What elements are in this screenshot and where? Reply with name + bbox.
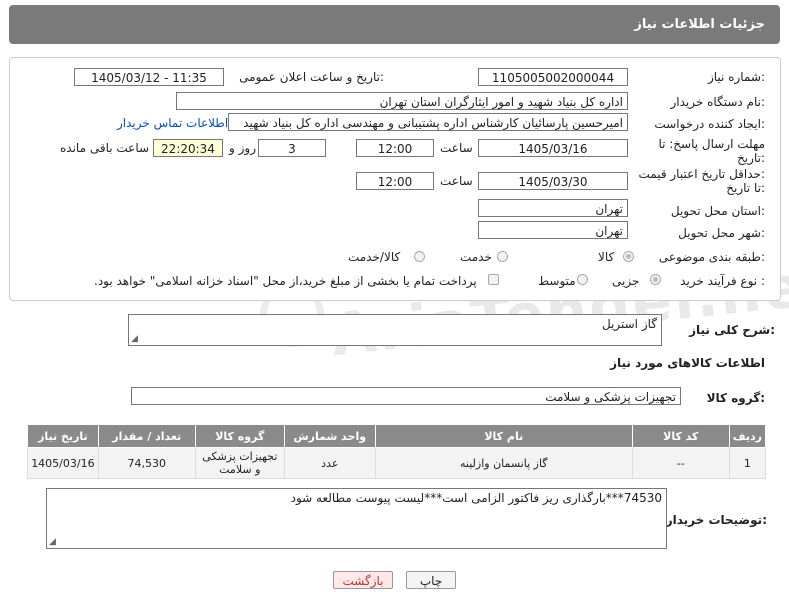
goods-table: ردیف کد کالا نام کالا واحد شمارش گروه کا… xyxy=(27,424,767,479)
announce-label: تاریخ و ساعت اعلان عمومی: xyxy=(239,70,384,84)
goods-group-field: تجهیزات پزشکی و سلامت xyxy=(131,387,681,405)
col-name: نام کالا xyxy=(374,424,633,448)
city-field: تهران xyxy=(478,221,628,239)
announce-field: 1405/03/12 - 11:35 xyxy=(74,68,224,86)
resize-handle-icon[interactable]: ◢ xyxy=(49,538,56,547)
page-header: جزئیات اطلاعات نیاز xyxy=(9,5,780,44)
category-option-both: کالا/خدمت xyxy=(348,250,401,264)
purchase-option-medium: متوسط xyxy=(538,274,576,288)
cell-date: 1405/03/16 xyxy=(27,447,99,479)
need-number-label: شماره نیاز: xyxy=(707,70,765,84)
goods-table-header: ردیف کد کالا نام کالا واحد شمارش گروه کا… xyxy=(27,424,767,448)
buyer-notes-label: توضیحات خریدار: xyxy=(665,513,767,527)
col-qty: تعداد / مقدار xyxy=(97,424,196,448)
summary-label: شرح کلی نیاز: xyxy=(689,323,775,337)
category-radio-both[interactable] xyxy=(414,251,425,262)
category-label: طبقه بندی موضوعی: xyxy=(658,250,765,264)
goods-group-label: گروه کالا: xyxy=(706,391,765,405)
treasury-checkbox[interactable] xyxy=(488,274,499,285)
back-button[interactable]: بازگشت xyxy=(333,571,393,589)
category-option-service: خدمت xyxy=(460,250,492,264)
reply-time-label: ساعت xyxy=(440,141,473,155)
purchase-radio-minor[interactable] xyxy=(650,274,661,285)
validity-time-field: 12:00 xyxy=(356,172,434,190)
city-label: شهر محل تحویل: xyxy=(678,226,765,240)
buyer-label: نام دستگاه خریدار: xyxy=(670,95,766,109)
remaining-label: ساعت باقی مانده xyxy=(60,141,150,155)
col-code: کد کالا xyxy=(631,424,730,448)
reply-deadline-label-2: تاریخ: xyxy=(737,151,765,165)
resize-handle-icon[interactable]: ◢ xyxy=(131,335,138,344)
reply-time-field: 12:00 xyxy=(356,139,434,157)
cell-name: گاز پانسمان وازلینه xyxy=(374,447,633,479)
cell-code: -- xyxy=(631,447,730,479)
purchase-option-minor: جزیی xyxy=(612,274,640,288)
purchase-radio-medium[interactable] xyxy=(577,274,588,285)
category-radio-goods[interactable] xyxy=(623,251,634,262)
category-radio-service[interactable] xyxy=(497,251,508,262)
buyer-notes-text: 74530***بارگذاری ریز فاکتور الزامی است**… xyxy=(290,491,662,505)
treasury-note: پرداخت تمام یا بخشی از مبلغ خرید،از محل … xyxy=(94,274,477,288)
table-row: 1 -- گاز پانسمان وازلینه عدد تجهیزات پزش… xyxy=(27,447,767,479)
summary-text: گاز استریل xyxy=(601,317,657,331)
col-unit: واحد شمارش xyxy=(283,424,376,448)
reply-days-field: 3 xyxy=(258,139,326,157)
validity-date-field: 1405/03/30 xyxy=(478,172,628,190)
validity-label-2: تا تاریخ: xyxy=(726,181,765,195)
col-date: تاریخ نیاز xyxy=(27,424,99,448)
validity-label: حداقل تاریخ اعتبار قیمت: xyxy=(638,167,765,181)
summary-field: گاز استریل ◢ xyxy=(128,314,662,346)
cell-group: تجهیزات پزشکی و سلامت xyxy=(194,447,285,479)
province-label: استان محل تحویل: xyxy=(670,204,765,218)
goods-section-title: اطلاعات کالاهای مورد نیاز xyxy=(610,356,765,370)
purchase-type-label: نوع فرآیند خرید : xyxy=(680,274,765,288)
page-title: جزئیات اطلاعات نیاز xyxy=(634,17,765,32)
reply-date-field: 1405/03/16 xyxy=(478,139,628,157)
category-option-goods: کالا xyxy=(598,250,615,264)
need-number-field: 1105005002000044 xyxy=(478,68,628,86)
cell-row: 1 xyxy=(728,447,767,479)
creator-label: ایجاد کننده درخواست: xyxy=(654,117,765,131)
buyer-contact-link[interactable]: اطلاعات تماس خریدار xyxy=(117,116,228,130)
days-label: روز و xyxy=(229,141,256,155)
cell-unit: عدد xyxy=(283,447,376,479)
col-group: گروه کالا xyxy=(194,424,285,448)
creator-field: امیرحسین پارسائیان کارشناس اداره پشتیبان… xyxy=(228,113,628,131)
remaining-time-field: 22:20:34 xyxy=(153,139,223,157)
cell-qty: 74,530 xyxy=(97,447,196,479)
province-field: تهران xyxy=(478,199,628,217)
reply-deadline-label: مهلت ارسال پاسخ: تا xyxy=(658,137,765,151)
buyer-field: اداره کل بنیاد شهید و امور ایثارگران است… xyxy=(176,92,628,110)
validity-time-label: ساعت xyxy=(440,174,473,188)
print-button[interactable]: چاپ xyxy=(406,571,456,589)
buyer-notes-field: 74530***بارگذاری ریز فاکتور الزامی است**… xyxy=(46,488,667,549)
col-row: ردیف xyxy=(728,424,767,448)
